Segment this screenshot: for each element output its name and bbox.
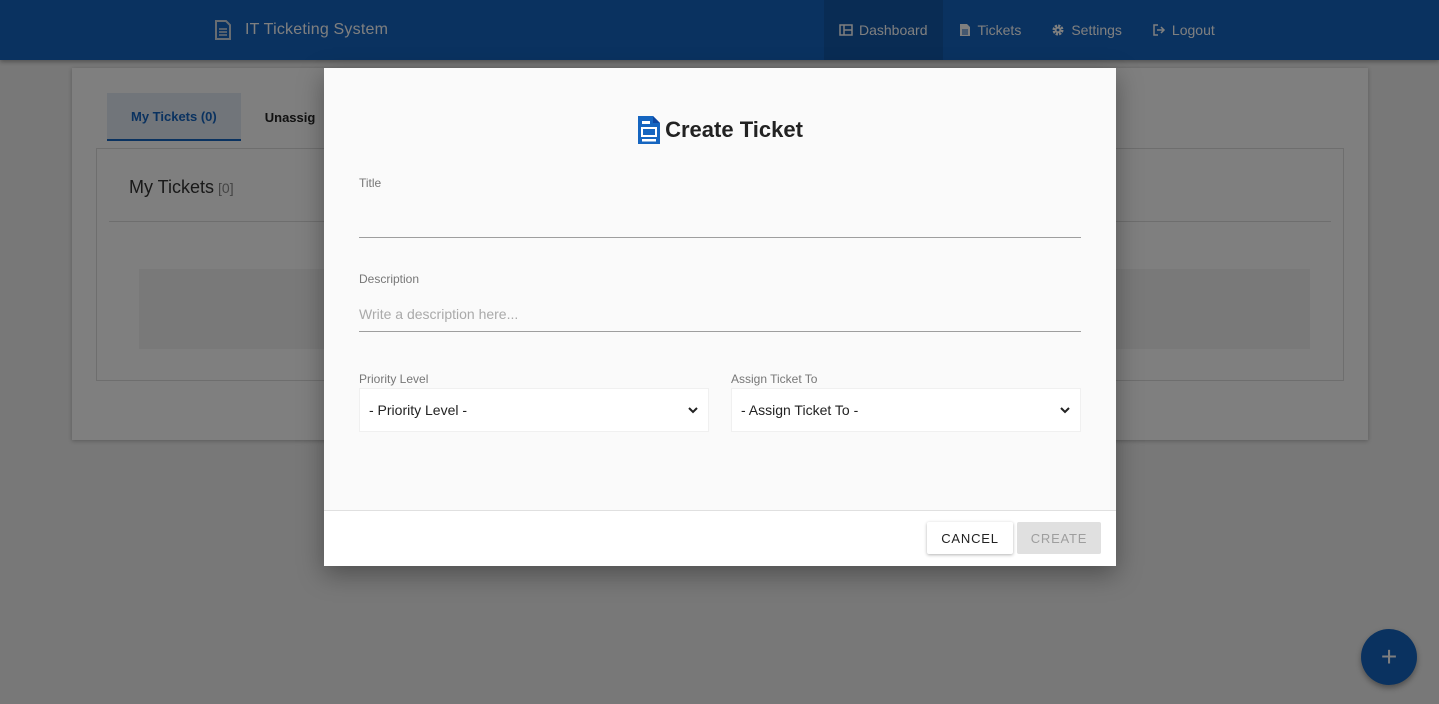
assign-select[interactable]: - Assign Ticket To - [731,388,1081,432]
modal-title-text: Create Ticket [665,117,803,142]
title-input[interactable] [359,208,1081,238]
chevron-down-icon [1059,404,1071,416]
modal-title: Create Ticket [324,115,1116,145]
priority-label: Priority Level [359,372,429,386]
assign-label: Assign Ticket To [731,372,818,386]
create-ticket-modal: Create Ticket Title Description Priority… [324,68,1116,566]
assign-selected-value: - Assign Ticket To - [741,402,859,418]
cancel-button[interactable]: CANCEL [927,522,1013,554]
description-label: Description [359,272,420,286]
description-input[interactable] [359,296,1081,332]
priority-selected-value: - Priority Level - [369,402,468,418]
document-icon [637,115,661,145]
priority-select[interactable]: - Priority Level - [359,388,709,432]
chevron-down-icon [687,404,699,416]
title-label: Title [359,176,382,190]
modal-footer: CANCEL CREATE [324,510,1116,566]
create-button[interactable]: CREATE [1017,522,1101,554]
